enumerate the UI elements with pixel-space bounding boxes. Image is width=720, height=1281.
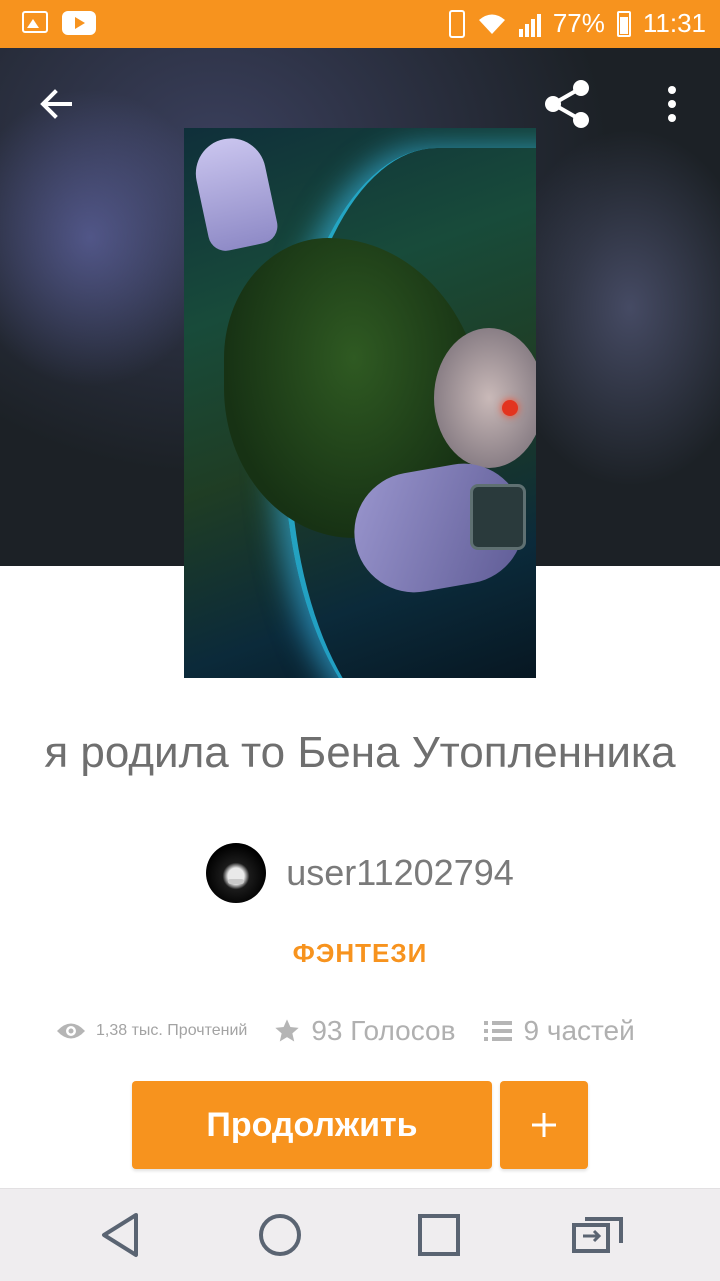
author-name[interactable]: user11202794	[286, 852, 514, 894]
status-left-icons	[22, 11, 96, 35]
status-right-icons: 77% 11:31	[448, 8, 706, 39]
home-circle-icon	[259, 1214, 301, 1256]
nav-switch-app-button[interactable]	[570, 1207, 626, 1263]
reads-count: 1,38 тыс. Прочтений	[96, 1022, 248, 1039]
signal-icon	[518, 11, 541, 37]
switch-app-icon	[572, 1217, 623, 1253]
more-vertical-icon	[668, 86, 676, 122]
continue-reading-button[interactable]: Продолжить	[132, 1081, 492, 1169]
youtube-notification-icon	[62, 11, 96, 35]
vibrate-icon	[448, 9, 465, 38]
parts-stat[interactable]: 9 частей	[483, 1015, 635, 1047]
back-arrow-icon	[40, 89, 72, 119]
clock: 11:31	[642, 8, 706, 38]
star-icon	[275, 1019, 300, 1042]
cover-figure-eye	[502, 400, 518, 416]
share-icon	[545, 80, 589, 128]
story-cover-image[interactable]	[184, 128, 536, 678]
eye-icon	[57, 1023, 85, 1039]
nav-home-button[interactable]	[252, 1207, 308, 1263]
more-options-button[interactable]	[644, 76, 700, 132]
list-icon	[483, 1021, 512, 1041]
cover-figure-hair	[434, 328, 536, 468]
plus-icon	[532, 1113, 556, 1137]
story-stats: 1,38 тыс. Прочтений 93 Голосов 9 частей	[56, 1008, 676, 1054]
wifi-icon	[478, 14, 505, 34]
share-button[interactable]	[540, 76, 596, 132]
nav-back-button[interactable]	[92, 1207, 148, 1263]
battery-icon	[616, 10, 631, 37]
add-to-library-button[interactable]	[500, 1081, 588, 1169]
genre-label[interactable]: ФЭНТЕЗИ	[0, 938, 720, 969]
back-button[interactable]	[28, 76, 84, 132]
nav-recents-button[interactable]	[411, 1207, 467, 1263]
gallery-notification-icon	[22, 11, 48, 33]
reads-stat: 1,38 тыс. Прочтений	[56, 1020, 247, 1042]
status-bar: 77% 11:31	[0, 0, 720, 48]
parts-count[interactable]: 9 частей	[524, 1015, 635, 1047]
author-avatar[interactable]	[206, 843, 267, 903]
system-navigation-bar	[0, 1188, 720, 1281]
cover-figure-hand	[189, 131, 281, 255]
story-title: я родила то Бена Утопленника	[44, 728, 676, 777]
recents-square-icon	[418, 1214, 460, 1256]
back-triangle-icon	[102, 1213, 138, 1257]
author-row[interactable]: user11202794	[0, 842, 720, 904]
votes-count: 93 Голосов	[311, 1015, 456, 1046]
cover-figure-cuff	[470, 484, 526, 550]
votes-stat: 93 Голосов	[273, 1015, 456, 1047]
battery-percent: 77%	[552, 8, 605, 38]
